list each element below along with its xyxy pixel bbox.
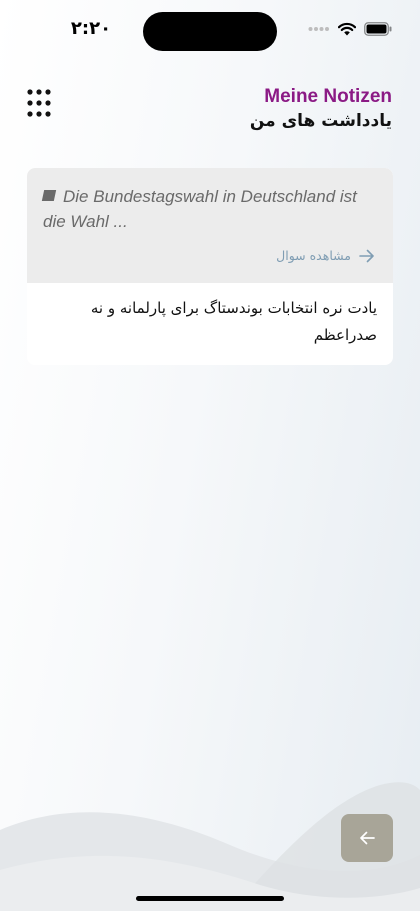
status-icons — [308, 22, 392, 36]
arrow-right-icon — [359, 249, 374, 262]
status-time: ۲:۲۰ — [70, 18, 112, 39]
note-card: Die Bundestagswahl in Deutschland ist di… — [27, 168, 393, 365]
note-text: یادت نره انتخابات بوندستاگ برای پارلمانه… — [90, 299, 377, 344]
page-header: Meine Notizen یادداشت های من — [250, 86, 392, 134]
wifi-icon — [338, 22, 356, 36]
view-question-link[interactable]: مشاهده سوال — [276, 248, 375, 263]
page-title-de: Meine Notizen — [264, 86, 392, 107]
question-text: Die Bundestagswahl in Deutschland ist di… — [43, 187, 357, 231]
grid-dots-icon — [27, 89, 51, 117]
status-bar: ۲:۲۰ — [0, 0, 420, 64]
arrow-left-icon — [360, 831, 375, 845]
view-question-label: مشاهده سوال — [276, 248, 351, 263]
dynamic-island — [143, 12, 277, 51]
grid-menu-button[interactable] — [26, 88, 56, 118]
page-title-fa: یادداشت های من — [249, 111, 392, 131]
question-preview: Die Bundestagswahl in Deutschland ist di… — [27, 168, 393, 283]
back-button[interactable] — [341, 814, 393, 862]
signal-icon — [308, 27, 329, 31]
question-marker-icon — [41, 190, 57, 201]
question-text-wrapper: Die Bundestagswahl in Deutschland ist di… — [41, 184, 383, 234]
battery-icon — [364, 22, 392, 36]
home-indicator — [136, 896, 284, 901]
